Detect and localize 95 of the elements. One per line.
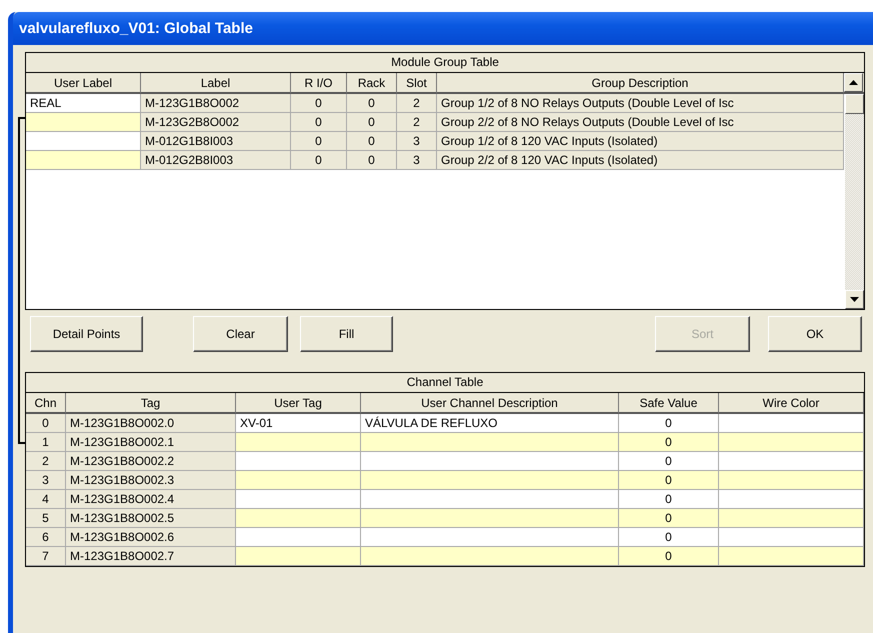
table-cell[interactable]: 0 bbox=[619, 509, 719, 528]
table-cell: 2 bbox=[397, 94, 437, 113]
table-cell[interactable]: 0 bbox=[619, 528, 719, 547]
table-cell: M-123G1B8O002.3 bbox=[66, 471, 236, 490]
table-cell[interactable]: 0 bbox=[619, 471, 719, 490]
table-cell[interactable] bbox=[719, 433, 864, 452]
table-cell[interactable]: 0 bbox=[619, 414, 719, 433]
table-cell: M-123G1B8O002.6 bbox=[66, 528, 236, 547]
table-cell[interactable] bbox=[236, 471, 361, 490]
column-header[interactable]: Safe Value bbox=[619, 393, 719, 414]
table-cell: 0 bbox=[347, 151, 397, 170]
table-cell: 0 bbox=[347, 113, 397, 132]
column-header[interactable]: Tag bbox=[66, 393, 236, 414]
table-cell[interactable] bbox=[361, 433, 619, 452]
table-cell[interactable]: 0 bbox=[619, 452, 719, 471]
table-cell[interactable] bbox=[719, 452, 864, 471]
window-title: valvularefluxo_V01: Global Table bbox=[19, 20, 253, 37]
table-cell: M-123G1B8O002.2 bbox=[66, 452, 236, 471]
table-cell[interactable] bbox=[26, 151, 141, 170]
table-cell[interactable] bbox=[361, 490, 619, 509]
table-cell[interactable] bbox=[26, 132, 141, 151]
scroll-down-icon[interactable] bbox=[845, 290, 864, 309]
column-header[interactable]: User Channel Description bbox=[361, 393, 619, 414]
table-cell: M-123G1B8O002.4 bbox=[66, 490, 236, 509]
table-cell[interactable]: XV-01 bbox=[236, 414, 361, 433]
table-cell: M-123G2B8O002 bbox=[141, 113, 291, 132]
column-header[interactable]: Label bbox=[141, 73, 291, 94]
table-cell: M-123G1B8O002.1 bbox=[66, 433, 236, 452]
column-header[interactable]: User Tag bbox=[236, 393, 361, 414]
action-button[interactable]: Clear bbox=[193, 316, 288, 352]
table-cell: M-012G2B8I003 bbox=[141, 151, 291, 170]
table-cell: M-012G1B8I003 bbox=[141, 132, 291, 151]
table-title: Module Group Table bbox=[26, 53, 864, 73]
table-cell: 0 bbox=[26, 414, 66, 433]
table-cell: Group 2/2 of 8 120 VAC Inputs (Isolated) bbox=[437, 151, 844, 170]
column-header[interactable]: Group Description bbox=[437, 73, 844, 94]
table-cell: 2 bbox=[397, 113, 437, 132]
scroll-thumb[interactable] bbox=[845, 94, 864, 114]
table-cell[interactable]: REAL bbox=[26, 94, 141, 113]
table-cell[interactable] bbox=[719, 509, 864, 528]
table-cell: 0 bbox=[291, 113, 347, 132]
table-cell[interactable] bbox=[719, 490, 864, 509]
table-cell[interactable] bbox=[236, 452, 361, 471]
table-cell: 7 bbox=[26, 547, 66, 566]
column-header[interactable]: Slot bbox=[397, 73, 437, 94]
table-cell[interactable]: 0 bbox=[619, 547, 719, 566]
table-cell: 0 bbox=[291, 132, 347, 151]
table-cell: M-123G1B8O002.0 bbox=[66, 414, 236, 433]
scroll-up-icon[interactable] bbox=[844, 73, 863, 92]
table-cell[interactable]: 0 bbox=[619, 490, 719, 509]
column-header[interactable]: R I/O bbox=[291, 73, 347, 94]
table-cell[interactable] bbox=[236, 509, 361, 528]
table-cell[interactable] bbox=[236, 528, 361, 547]
table-cell: 0 bbox=[347, 132, 397, 151]
table-cell: 6 bbox=[26, 528, 66, 547]
table-cell: M-123G1B8O002 bbox=[141, 94, 291, 113]
action-button[interactable]: Detail Points bbox=[30, 316, 143, 352]
table-cell[interactable] bbox=[26, 113, 141, 132]
column-header[interactable]: Wire Color bbox=[719, 393, 864, 414]
table-cell: Group 2/2 of 8 NO Relays Outputs (Double Level of Isc bbox=[437, 113, 844, 132]
action-button[interactable]: Fill bbox=[300, 316, 393, 352]
table-cell[interactable] bbox=[719, 528, 864, 547]
table-cell[interactable] bbox=[361, 528, 619, 547]
table-cell: 5 bbox=[26, 509, 66, 528]
table-cell: 0 bbox=[291, 94, 347, 113]
table-cell: 4 bbox=[26, 490, 66, 509]
table-cell: 3 bbox=[397, 151, 437, 170]
table-cell[interactable] bbox=[361, 452, 619, 471]
column-header[interactable]: Chn bbox=[26, 393, 66, 414]
table-cell[interactable] bbox=[236, 433, 361, 452]
table-cell[interactable] bbox=[361, 471, 619, 490]
table-cell: 1 bbox=[26, 433, 66, 452]
table-cell[interactable] bbox=[361, 509, 619, 528]
table-cell: 2 bbox=[26, 452, 66, 471]
column-header[interactable]: User Label bbox=[26, 73, 141, 94]
action-button[interactable]: OK bbox=[768, 316, 862, 352]
table-cell[interactable] bbox=[236, 490, 361, 509]
table-cell[interactable] bbox=[361, 547, 619, 566]
table-cell[interactable] bbox=[236, 547, 361, 566]
table-cell: 0 bbox=[347, 94, 397, 113]
table-cell[interactable]: 0 bbox=[619, 433, 719, 452]
table-title: Channel Table bbox=[26, 373, 864, 393]
table-cell: 0 bbox=[291, 151, 347, 170]
table-cell: 3 bbox=[397, 132, 437, 151]
table-cell: M-123G1B8O002.7 bbox=[66, 547, 236, 566]
table-cell: 3 bbox=[26, 471, 66, 490]
column-header[interactable]: Rack bbox=[347, 73, 397, 94]
scrollbar[interactable] bbox=[845, 94, 864, 309]
table-cell: M-123G1B8O002.5 bbox=[66, 509, 236, 528]
table-cell[interactable] bbox=[719, 547, 864, 566]
table-cell: Group 1/2 of 8 120 VAC Inputs (Isolated) bbox=[437, 132, 844, 151]
table-cell[interactable] bbox=[719, 471, 864, 490]
table-cell[interactable] bbox=[719, 414, 864, 433]
table-cell: Group 1/2 of 8 NO Relays Outputs (Double Level of Isc bbox=[437, 94, 844, 113]
table-cell[interactable]: VÁLVULA DE REFLUXO bbox=[361, 414, 619, 433]
